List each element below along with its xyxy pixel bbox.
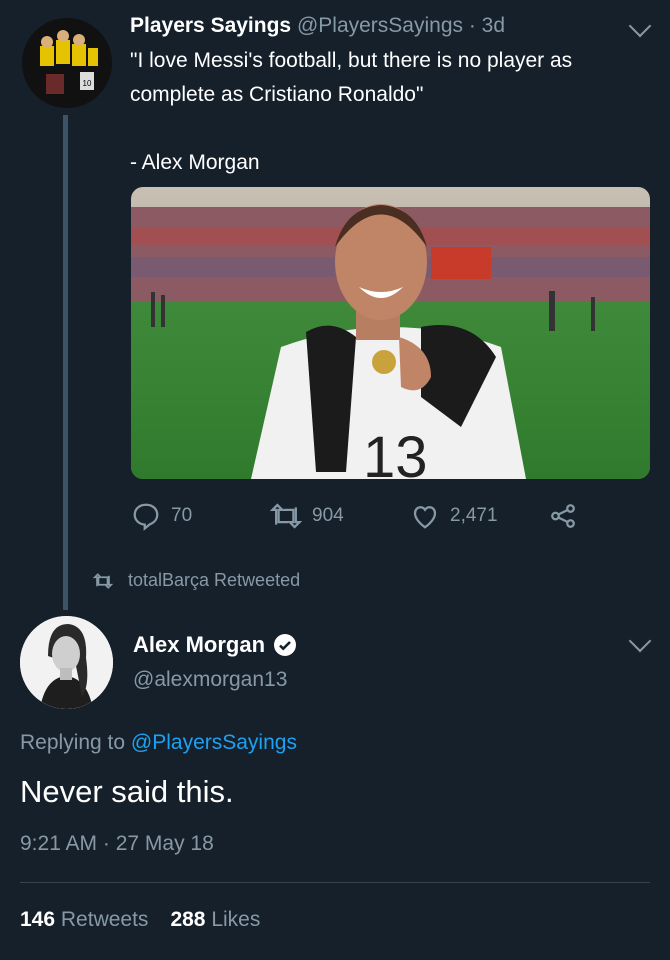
reply-author[interactable]: Alex Morgan	[133, 632, 297, 658]
like-action[interactable]: 2,471	[410, 500, 498, 532]
thread-line	[63, 115, 68, 610]
retweet-action[interactable]: 904	[270, 500, 344, 532]
tweet-age[interactable]: · 3d	[469, 14, 505, 37]
like-total: 288	[170, 908, 206, 931]
share-icon	[551, 504, 575, 528]
like-icon	[413, 506, 437, 529]
reply-count: 70	[171, 505, 193, 526]
likes-stat[interactable]: 288 Likes	[170, 908, 260, 932]
reply-author-name[interactable]: Alex Morgan	[133, 632, 265, 658]
jersey-number: 13	[363, 425, 428, 479]
verified-badge-icon	[274, 634, 297, 656]
replying-to: Replying to @PlayersSayings	[20, 731, 297, 755]
chevron-down-icon[interactable]	[628, 629, 652, 653]
retweet-context[interactable]: totalBarça Retweeted	[92, 570, 300, 591]
retweets-stat[interactable]: 146 Retweets	[20, 908, 148, 932]
reply-timestamp[interactable]: 9:21 AM · 27 May 18	[20, 832, 214, 856]
alex-morgan-avatar[interactable]	[20, 616, 113, 709]
retweet-icon	[92, 572, 114, 589]
reply-text: Never said this.	[20, 774, 234, 809]
share-action[interactable]	[548, 500, 588, 532]
tweet-author-name[interactable]: Players Sayings	[130, 14, 291, 37]
divider	[20, 882, 650, 883]
tweet-text: "I love Messi's football, but there is n…	[130, 49, 573, 174]
retweet-stat-label: Retweets	[60, 908, 149, 931]
like-stat-label: Likes	[211, 908, 261, 931]
players-sayings-avatar[interactable]: 10	[22, 18, 112, 108]
chevron-down-icon[interactable]	[628, 14, 652, 38]
replying-prefix: Replying to	[20, 731, 126, 754]
retweet-context-label: totalBarça Retweeted	[128, 570, 301, 590]
reply-action[interactable]: 70	[131, 500, 192, 532]
reply-icon	[133, 503, 159, 531]
reply-stats: 146 Retweets 288 Likes	[20, 908, 282, 932]
avatar-jersey-number: 10	[83, 79, 92, 88]
retweet-icon	[270, 503, 302, 529]
tweet-header: Players Sayings @PlayersSayings · 3d	[130, 14, 505, 38]
retweet-count: 904	[312, 505, 344, 526]
retweet-total: 146	[20, 908, 56, 931]
like-count: 2,471	[450, 505, 498, 526]
reply-author-handle[interactable]: @alexmorgan13	[133, 668, 287, 692]
tweet-photo[interactable]: 13	[131, 187, 650, 479]
replying-handle-link[interactable]: @PlayersSayings	[131, 731, 297, 754]
tweet-author-handle[interactable]: @PlayersSayings	[297, 14, 463, 37]
